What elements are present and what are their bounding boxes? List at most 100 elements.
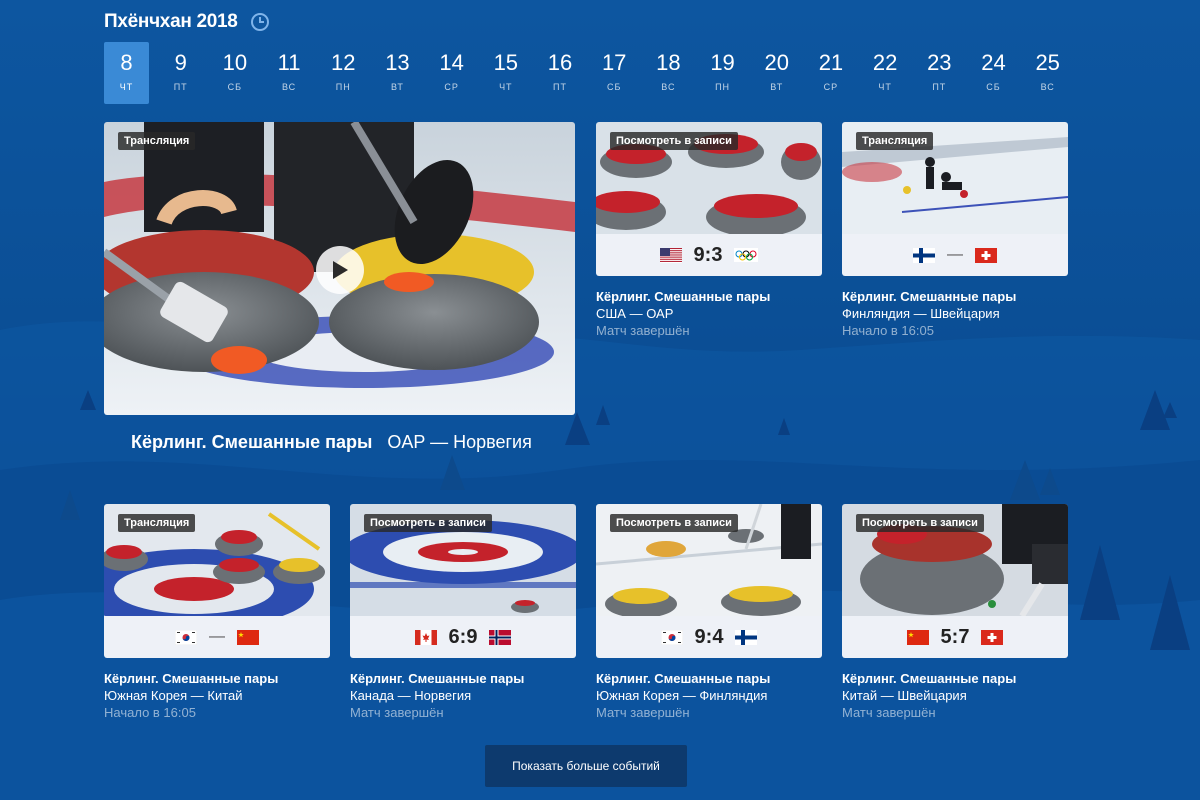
event-card[interactable]: Трансляция — Кёрлинг. Смешанные пары Фин…: [842, 122, 1068, 339]
event-match: США — ОАР: [596, 306, 674, 321]
day-of-week: ПН: [715, 82, 731, 92]
event-meta: Кёрлинг. Смешанные пары Финляндия — Швей…: [842, 276, 1068, 339]
day-of-week: ВС: [661, 82, 676, 92]
day-tab[interactable]: 25 ВС: [1025, 42, 1070, 104]
clock-icon[interactable]: [250, 12, 270, 32]
day-number: 22: [872, 50, 898, 75]
scorebar: 9:4: [596, 616, 822, 658]
day-number: 23: [927, 50, 952, 75]
day-tab[interactable]: 19 ПН: [700, 42, 745, 104]
event-match: Китай — Швейцария: [842, 688, 967, 703]
day-number: 8: [120, 50, 133, 75]
event-meta: Кёрлинг. Смешанные пары Китай — Швейцари…: [842, 658, 1068, 721]
day-tab[interactable]: 21 СР: [808, 42, 853, 104]
score-placeholder: —: [947, 246, 963, 263]
event-meta: Кёрлинг. Смешанные пары Канада — Норвеги…: [350, 658, 576, 721]
scorebar: —: [842, 234, 1068, 276]
day-tab[interactable]: 18 ВС: [646, 42, 691, 104]
page-header: Пхёнчхан 2018: [104, 8, 270, 36]
day-of-week: ПТ: [932, 82, 947, 92]
event-status: Начало в 16:05: [104, 705, 196, 720]
flag-olympic-icon: [734, 248, 759, 262]
flag-korea-icon: [175, 629, 197, 645]
flag-switzerland-icon: [975, 247, 997, 263]
show-more-button[interactable]: Показать больше событий: [485, 745, 687, 787]
event-badge: Посмотреть в записи: [364, 514, 492, 532]
scorebar: 5:7: [842, 616, 1068, 658]
day-tab[interactable]: 10 СБ: [212, 42, 257, 104]
day-tab[interactable]: 8 ЧТ: [104, 42, 149, 104]
flag-switzerland-icon: [981, 629, 1004, 645]
event-meta: Кёрлинг. Смешанные пары Южная Корея — Ки…: [104, 658, 330, 721]
day-of-week: ПТ: [553, 82, 567, 92]
event-card[interactable]: Посмотреть в записи 9:3 Кёрлинг. Смешанн…: [596, 122, 822, 339]
curling-photo: [350, 504, 576, 616]
event-thumbnail[interactable]: Посмотреть в записи: [596, 504, 822, 616]
day-tab[interactable]: 22 ЧТ: [863, 42, 908, 104]
event-sport: Кёрлинг. Смешанные пары: [596, 671, 771, 686]
event-sport: Кёрлинг. Смешанные пары: [350, 671, 525, 686]
day-tab[interactable]: 16 ПТ: [538, 42, 583, 104]
event-card[interactable]: Посмотреть в записи 6:9 Кёрлинг. Смешанн…: [350, 504, 576, 721]
event-sport: Кёрлинг. Смешанные пары: [104, 671, 279, 686]
flag-finland-icon: [913, 247, 935, 263]
day-number: 14: [439, 50, 464, 75]
day-number: 19: [710, 50, 735, 75]
day-tab[interactable]: 20 ВТ: [754, 42, 799, 104]
match-score: 6:9: [448, 625, 478, 648]
day-tab[interactable]: 17 СБ: [592, 42, 637, 104]
event-thumbnail[interactable]: Трансляция: [842, 122, 1068, 234]
featured-sport: Кёрлинг. Смешанные пары: [131, 432, 373, 452]
match-score: 5:7: [940, 625, 970, 648]
day-tab[interactable]: 15 ЧТ: [483, 42, 528, 104]
day-tab[interactable]: 13 ВТ: [375, 42, 420, 104]
featured-title[interactable]: Кёрлинг. Смешанные пары OAP — Норвегия: [131, 432, 532, 453]
event-match: Финляндия — Швейцария: [842, 306, 1000, 321]
day-of-week: ПТ: [173, 82, 188, 92]
day-tab[interactable]: 24 СБ: [971, 42, 1016, 104]
event-match: Канада — Норвегия: [350, 688, 472, 703]
day-number: 20: [764, 50, 789, 75]
day-number: 17: [601, 50, 627, 75]
day-tab[interactable]: 11 ВС: [267, 42, 312, 104]
event-badge: Посмотреть в записи: [856, 514, 984, 532]
day-number: 15: [493, 50, 519, 75]
event-thumbnail[interactable]: Посмотреть в записи: [842, 504, 1068, 616]
day-tab[interactable]: 14 СР: [429, 42, 474, 104]
event-sport: Кёрлинг. Смешанные пары: [596, 289, 771, 304]
flag-china-icon: [906, 629, 929, 645]
event-card[interactable]: Трансляция — Кёрлинг. Смешанные пары Южн…: [104, 504, 330, 721]
match-score: 9:3: [693, 243, 723, 266]
play-button[interactable]: [316, 246, 364, 294]
day-of-week: СР: [444, 82, 459, 92]
day-number: 9: [174, 50, 187, 75]
day-of-week: ПН: [335, 82, 351, 92]
day-selector: 8 ЧТ 9 ПТ 10 СБ 11 ВС 12 ПН 13 ВТ 14 СР 15 ЧТ 16 ПТ 17 СБ 18…: [104, 42, 1079, 104]
curling-photo: [596, 504, 822, 616]
event-meta: Кёрлинг. Смешанные пары Южная Корея — Фи…: [596, 658, 822, 721]
match-score: 9:4: [694, 625, 724, 648]
event-thumbnail[interactable]: Посмотреть в записи: [350, 504, 576, 616]
day-tab[interactable]: 9 ПТ: [158, 42, 203, 104]
event-thumbnail[interactable]: Трансляция: [104, 504, 330, 616]
scorebar: 6:9: [350, 616, 576, 658]
curling-photo: [596, 122, 822, 234]
day-of-week: СБ: [606, 82, 622, 92]
event-match: Южная Корея — Китай: [104, 688, 243, 703]
event-badge: Трансляция: [856, 132, 934, 150]
curling-photo: [104, 504, 330, 616]
event-thumbnail[interactable]: Посмотреть в записи: [596, 122, 822, 234]
event-card[interactable]: Посмотреть в записи 5:7 Кёрлинг. Смешанн…: [842, 504, 1068, 721]
day-tab[interactable]: 23 ПТ: [917, 42, 962, 104]
day-tab[interactable]: 12 ПН: [321, 42, 366, 104]
day-number: 25: [1035, 50, 1060, 75]
flag-usa-icon: [659, 247, 682, 263]
stream-badge: Трансляция: [118, 132, 196, 150]
event-status: Матч завершён: [842, 705, 936, 720]
flag-finland-icon: [735, 629, 758, 645]
event-card[interactable]: Посмотреть в записи 9:4 Кёрлинг. Смешанн…: [596, 504, 822, 721]
event-sport: Кёрлинг. Смешанные пары: [842, 671, 1017, 686]
event-status: Начало в 16:05: [842, 323, 934, 338]
flag-korea-icon: [660, 629, 683, 645]
event-badge: Посмотреть в записи: [610, 132, 738, 150]
